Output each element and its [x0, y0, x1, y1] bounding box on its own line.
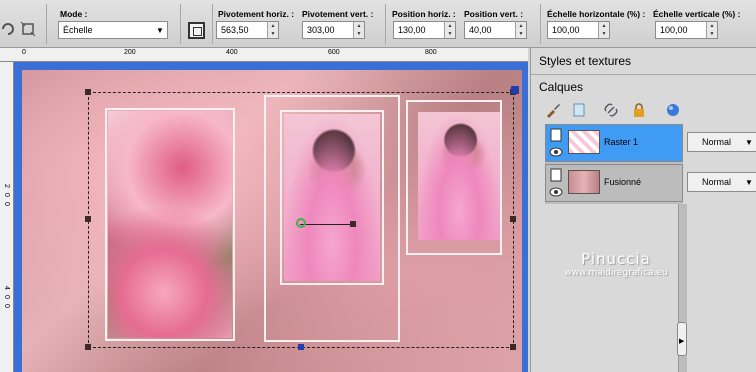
pan-icon[interactable] — [0, 21, 16, 37]
separator — [46, 4, 47, 44]
resize-handle[interactable] — [85, 89, 91, 95]
resize-handle[interactable] — [85, 344, 91, 350]
ruler-label: 0 — [3, 304, 10, 308]
scale-v-label: Échelle verticale (%) : — [653, 9, 741, 19]
ruler-label: 400 — [226, 49, 238, 56]
pos-h-input[interactable]: 130,00 ▲ ▼ — [393, 21, 456, 39]
pos-h-label: Position horiz. : — [392, 9, 456, 19]
brush-icon[interactable] — [545, 102, 561, 118]
styles-panel-title[interactable]: Styles et textures — [539, 54, 631, 68]
layers-panel-title[interactable]: Calques — [539, 80, 583, 94]
mode-dropdown[interactable]: Échelle ▼ — [58, 21, 168, 39]
panel-divider — [531, 74, 756, 75]
resize-handle[interactable] — [511, 86, 519, 94]
spinner[interactable]: ▲ ▼ — [267, 22, 278, 38]
spinner[interactable]: ▲ ▼ — [706, 22, 717, 38]
blend-mode-dropdown[interactable]: Normal ▼ — [687, 132, 756, 152]
watermark-url: www.maidiregrafica.eu — [564, 268, 668, 278]
pivot-h-label: Pivotement horiz. : — [218, 9, 295, 19]
pivot-h-input[interactable]: 563,50 ▲ ▼ — [216, 21, 279, 39]
watermark: Pinuccia www.maidiregrafica.eu — [541, 250, 691, 278]
pos-v-label: Position vert. : — [464, 9, 524, 19]
ruler-horizontal: 0 200 400 600 800 — [0, 48, 528, 62]
ruler-label: 0 — [3, 295, 10, 299]
scale-h-input[interactable]: 100,00 ▲ ▼ — [547, 21, 610, 39]
blend-mode-dropdown[interactable]: Normal ▼ — [687, 172, 756, 192]
layer-row-raster-1[interactable]: Raster 1 — [545, 124, 683, 162]
mode-label: Mode : — [60, 9, 88, 19]
pos-v-input[interactable]: 40,00 ▲ ▼ — [464, 21, 527, 39]
scale-h-label: Échelle horizontale (%) : — [547, 9, 646, 19]
ruler-label: 600 — [328, 49, 340, 56]
pivot-point-icon[interactable] — [296, 218, 306, 228]
eye-icon[interactable] — [549, 185, 563, 199]
layer-thumbnail — [568, 130, 600, 154]
pos-h-value: 130,00 — [398, 25, 426, 35]
layer-thumbnail — [568, 170, 600, 194]
scale-v-value: 100,00 — [660, 25, 688, 35]
square-icon[interactable] — [188, 22, 205, 39]
pivot-v-label: Pivotement vert. : — [302, 9, 374, 19]
layer-name: Fusionné — [604, 177, 642, 187]
ruler-label: 0 — [22, 49, 26, 56]
rotation-handle[interactable] — [350, 221, 356, 227]
separator — [180, 4, 181, 44]
lock-icon[interactable] — [631, 102, 647, 118]
ruler-label: 4 — [3, 286, 10, 290]
layers-list: Raster 1 Fusionné — [545, 124, 683, 204]
mode-value: Échelle — [63, 25, 93, 35]
resize-handle[interactable] — [510, 344, 516, 350]
separator — [540, 4, 541, 44]
transform-icon[interactable] — [20, 21, 36, 37]
layer-row-fusionne[interactable]: Fusionné — [545, 164, 683, 202]
resize-handle[interactable] — [510, 216, 516, 222]
chevron-down-icon: ▼ — [156, 25, 164, 35]
layer-icon — [550, 168, 562, 182]
separator — [212, 4, 213, 44]
rotation-arm — [300, 224, 352, 225]
ruler-label: 0 — [3, 193, 10, 197]
spinner[interactable]: ▲ ▼ — [515, 22, 526, 38]
ruler-label: 200 — [124, 49, 136, 56]
spinner[interactable]: ▲ ▼ — [353, 22, 364, 38]
watermark-name: Pinuccia — [581, 250, 651, 268]
right-panels: Styles et textures Calques Raster 1 Fusi… — [530, 48, 756, 372]
canvas-image[interactable] — [22, 70, 522, 372]
pivot-v-value: 303,00 — [307, 25, 335, 35]
spinner[interactable]: ▲ ▼ — [444, 22, 455, 38]
layer-name: Raster 1 — [604, 137, 639, 147]
ruler-label: 800 — [425, 49, 437, 56]
spinner[interactable]: ▲ ▼ — [598, 22, 609, 38]
ruler-label: 0 — [3, 202, 10, 206]
tool-options-bar: Mode : Échelle ▼ Pivotement horiz. : 563… — [0, 0, 756, 48]
collapse-arrow-icon[interactable]: ▶ — [679, 337, 684, 345]
separator — [385, 4, 386, 44]
resize-handle[interactable] — [85, 216, 91, 222]
globe-icon[interactable] — [665, 102, 681, 118]
ruler-vertical: 2 0 0 4 0 0 — [0, 62, 14, 372]
layer-icon — [550, 128, 562, 142]
scale-h-value: 100,00 — [552, 25, 580, 35]
pivot-h-value: 563,50 — [221, 25, 249, 35]
chevron-down-icon: ▼ — [745, 177, 753, 187]
scale-v-input[interactable]: 100,00 ▲ ▼ — [655, 21, 718, 39]
resize-handle[interactable] — [298, 344, 304, 350]
pos-v-value: 40,00 — [469, 25, 492, 35]
eye-icon[interactable] — [549, 145, 563, 159]
chevron-down-icon: ▼ — [745, 137, 753, 147]
pivot-v-input[interactable]: 303,00 ▲ ▼ — [302, 21, 365, 39]
blend-mode-value: Normal — [702, 137, 732, 147]
layer-new-icon[interactable] — [571, 102, 587, 118]
image-workspace[interactable]: 0 200 400 600 800 2 0 0 4 0 0 — [0, 48, 528, 372]
blend-mode-value: Normal — [702, 177, 732, 187]
ruler-label: 2 — [3, 184, 10, 188]
link-icon[interactable] — [603, 102, 619, 118]
